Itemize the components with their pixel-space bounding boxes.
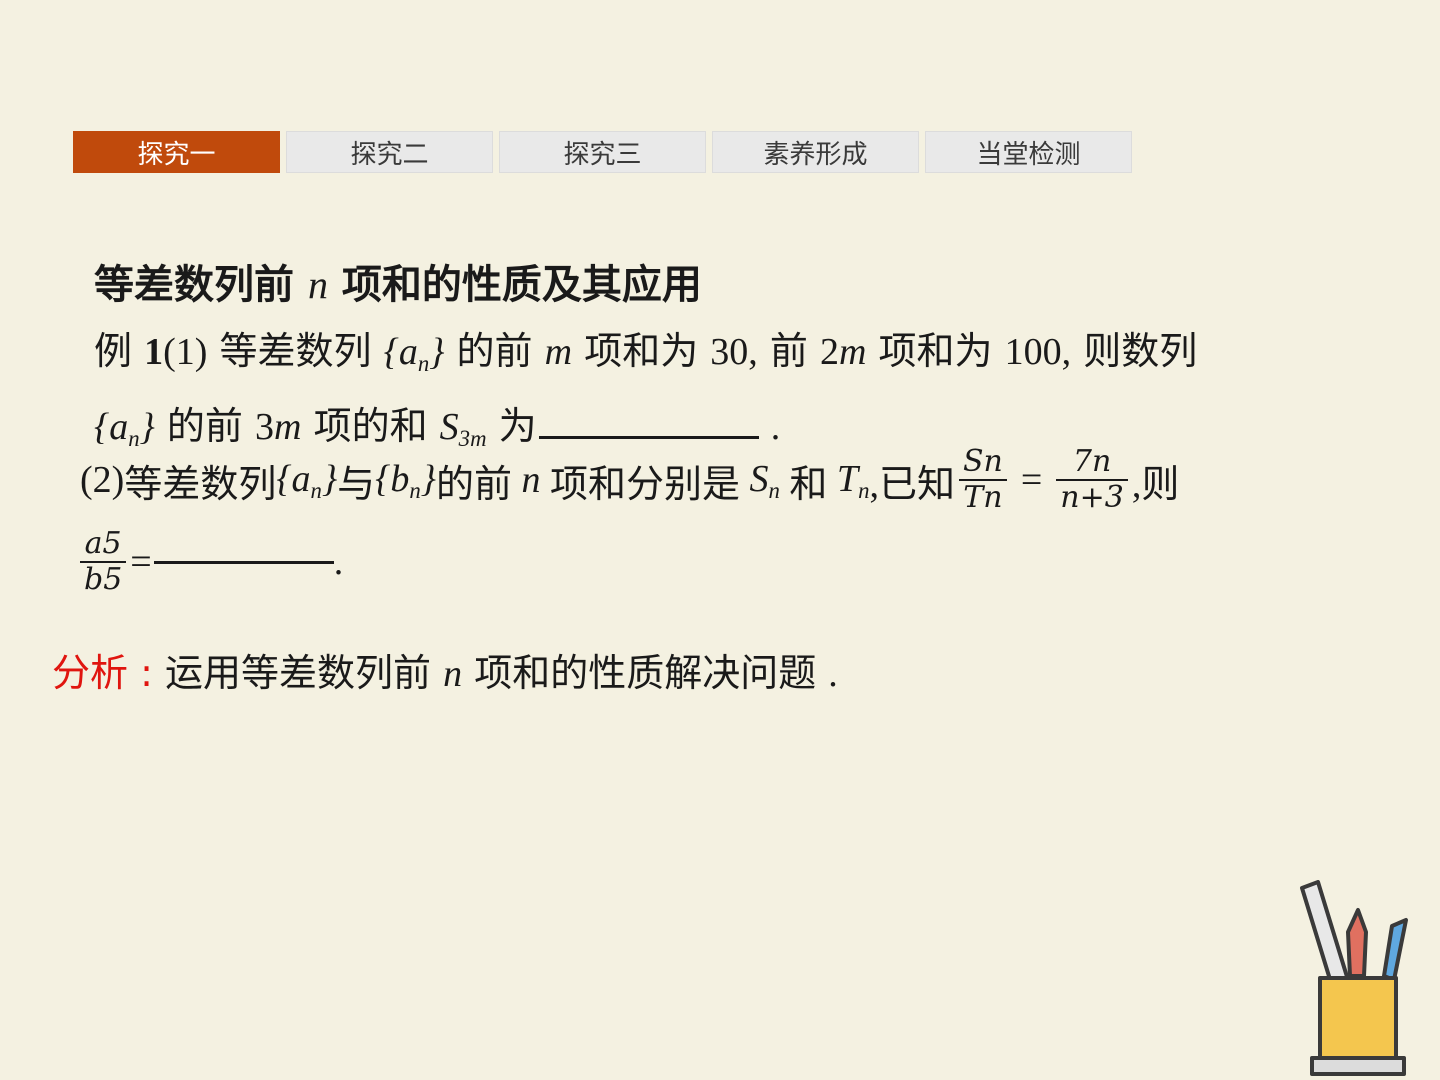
tab-class-test[interactable]: 当堂检测 — [925, 131, 1132, 173]
fraction-sn-tn: Sn Tn — [958, 445, 1007, 515]
pencil-cup-icon — [1300, 880, 1408, 1076]
fraction-a5-b5: a5 b5 — [80, 527, 127, 597]
answer-blank-2[interactable] — [153, 560, 334, 564]
example1-line1: 例 1(1) 等差数列 {an} 的前 m 项和为 30, 前 2m 项和为 1… — [94, 329, 1198, 376]
example2-line2: a5 b5 =. — [80, 520, 343, 604]
analysis-line: 分析 : 运用等差数列前 n 项和的性质解决问题 . — [52, 651, 838, 695]
fraction-7n: 7n n+3 — [1056, 445, 1128, 515]
analysis-label: 分析 : — [52, 651, 153, 695]
tab-explore-3[interactable]: 探究三 — [499, 131, 706, 173]
section-heading: 等差数列前 n 项和的性质及其应用 — [94, 262, 702, 308]
example2-line1: (2) 等差数列 {an} 与 {bn} 的前 n 项和分别是 Sn 和 Tn,… — [80, 444, 1180, 515]
tab-bar: 探究一 探究二 探究三 素养形成 当堂检测 — [73, 131, 1138, 173]
tab-explore-2[interactable]: 探究二 — [286, 131, 493, 173]
tab-literacy[interactable]: 素养形成 — [712, 131, 919, 173]
tab-explore-1[interactable]: 探究一 — [73, 131, 280, 173]
